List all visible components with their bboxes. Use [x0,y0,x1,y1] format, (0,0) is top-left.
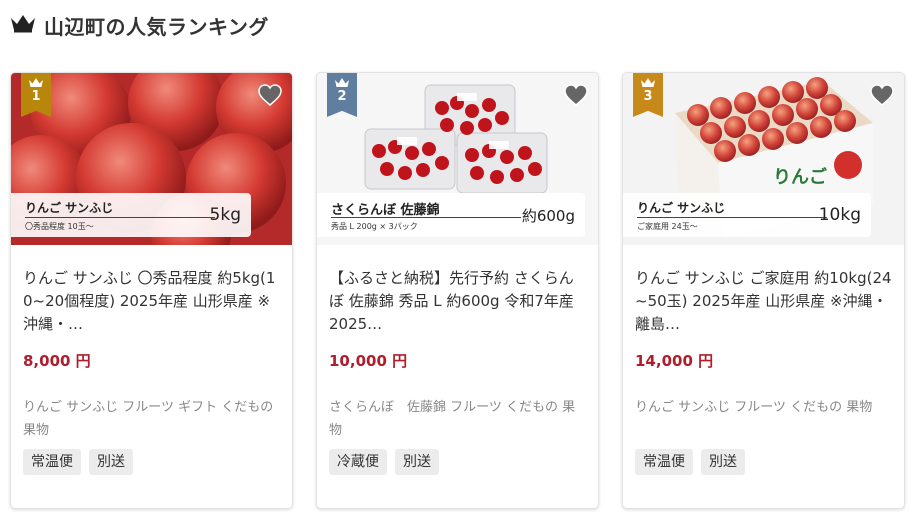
svg-text:りんご: りんご [773,166,827,188]
rank-number: 1 [31,89,41,104]
rank-number: 3 [643,89,653,104]
heart-icon [870,84,894,106]
card-body: りんご サンふじ 〇秀品程度 約5kg(10~20個程度) 2025年産 山形県… [23,245,280,475]
label-divider [637,217,827,218]
product-title[interactable]: 【ふるさと納税】先行予約 さくらんぼ 佐藤錦 秀品 L 約600g 令和7年産 … [329,267,586,336]
card-body: りんご サンふじ ご家庭用 約10kg(24~50玉) 2025年産 山形県産 … [635,245,892,475]
heart-icon [564,84,588,106]
product-tags: りんご サンふじ フルーツ ギフト くだもの 果物 [23,400,274,438]
page-title: 山辺町の人気ランキング [44,14,269,39]
product-image[interactable]: りんご りんご サンふじ ご家庭用 24玉～ 10kg 3 [623,73,904,245]
ranking-heading: 山辺町の人気ランキング [10,10,269,40]
shipping-chip: 常温便 [635,449,693,475]
product-price: 10,000 円 [329,352,408,370]
crown-icon [29,78,43,87]
image-label-name: さくらんぼ 佐藤錦 [331,203,440,218]
label-divider [25,217,215,218]
product-title[interactable]: りんご サンふじ 〇秀品程度 約5kg(10~20個程度) 2025年産 山形県… [23,267,280,336]
image-label-weight: 5kg [209,205,241,225]
crown-icon [335,78,349,87]
product-image[interactable]: りんご サンふじ 〇秀品程度 10玉～ 5kg 1 [11,73,292,245]
rank-badge: 1 [21,73,51,117]
image-label-sub: ご家庭用 24玉～ [637,222,698,231]
product-tags: さくらんぼ 佐藤錦 フルーツ くだもの 果物 [329,400,576,438]
image-label-weight: 10kg [818,205,861,225]
favorite-button[interactable] [562,81,590,109]
crown-icon [641,78,655,87]
product-image-label: りんご サンふじ ご家庭用 24玉～ 10kg [623,193,871,237]
ranking-card[interactable]: りんご サンふじ 〇秀品程度 10玉～ 5kg 1 りんご サンふじ 〇秀品程度… [10,72,293,509]
image-label-sub: 秀品 L 200g × 3パック [331,222,418,231]
product-title[interactable]: りんご サンふじ ご家庭用 約10kg(24~50玉) 2025年産 山形県産 … [635,267,892,336]
image-label-weight: 約600g [521,207,575,225]
product-price: 8,000 円 [23,352,91,370]
product-image[interactable]: さくらんぼ 佐藤錦 秀品 L 200g × 3パック 約600g 2 [317,73,598,245]
product-image-label: りんご サンふじ 〇秀品程度 10玉～ 5kg [11,193,251,237]
ranking-page: 山辺町の人気ランキング りんご サンふじ 〇秀品程度 10玉～ 5kg 1 りん… [0,0,917,517]
shipping-chips: 常温便 別送 [23,449,280,475]
favorite-button[interactable] [868,81,896,109]
shipping-chip: 冷蔵便 [329,449,387,475]
product-price: 14,000 円 [635,352,714,370]
shipping-chip: 別送 [89,449,133,475]
crown-icon [10,13,36,37]
card-body: 【ふるさと納税】先行予約 さくらんぼ 佐藤錦 秀品 L 約600g 令和7年産 … [329,245,586,475]
product-image-label: さくらんぼ 佐藤錦 秀品 L 200g × 3パック 約600g [317,193,585,237]
heart-icon [258,84,282,106]
shipping-chips: 冷蔵便 別送 [329,449,586,475]
shipping-chip: 別送 [395,449,439,475]
rank-badge: 3 [633,73,663,117]
product-tags: りんご サンふじ フルーツ くだもの 果物 [635,400,873,415]
label-divider [331,217,521,218]
shipping-chip: 常温便 [23,449,81,475]
image-label-name: りんご サンふじ [637,201,726,215]
ranking-card[interactable]: りんご りんご サンふじ ご家庭用 24玉～ 10kg 3 りんご サンふじ ご… [622,72,905,509]
shipping-chip: 別送 [701,449,745,475]
image-label-name: りんご サンふじ [25,201,114,215]
favorite-button[interactable] [256,81,284,109]
ranking-card[interactable]: さくらんぼ 佐藤錦 秀品 L 200g × 3パック 約600g 2 【ふるさと… [316,72,599,509]
image-label-sub: 〇秀品程度 10玉～ [25,222,94,231]
rank-badge: 2 [327,73,357,117]
shipping-chips: 常温便 別送 [635,449,892,475]
rank-number: 2 [337,89,347,104]
